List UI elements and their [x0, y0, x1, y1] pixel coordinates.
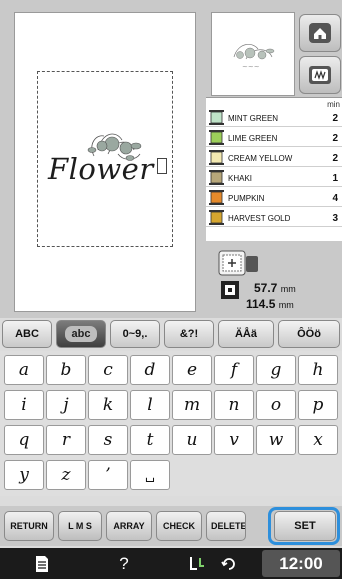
thread-color-name: KHAKI — [228, 174, 253, 183]
clock: 12:00 — [262, 550, 340, 577]
key-i[interactable]: i — [4, 390, 44, 420]
key-t[interactable]: t — [130, 425, 170, 455]
thread-row: HARVEST GOLD 3 — [206, 208, 342, 227]
function-bar: RETURN L M S ARRAY CHECK DELETE SET — [0, 506, 342, 546]
key-k[interactable]: k — [88, 390, 128, 420]
thread-spool-icon — [209, 150, 224, 165]
thread-color-name: MINT GREEN — [228, 114, 279, 123]
thread-cut-icon[interactable] — [188, 554, 208, 574]
key-a[interactable]: a — [4, 355, 44, 385]
key-d[interactable]: d — [130, 355, 170, 385]
embroidery-canvas[interactable]: Flower — [14, 12, 196, 312]
thread-row: MINT GREEN 2 — [206, 108, 342, 127]
array-button[interactable]: ARRAY — [106, 511, 152, 541]
thread-spool-icon — [209, 130, 224, 145]
home-icon — [309, 23, 331, 43]
character-tabs: ABC abc 0~9,. &?! ÄÅä ÔÖö — [0, 320, 342, 350]
design-width: 114.5 mm — [246, 297, 294, 311]
check-button[interactable]: CHECK — [156, 511, 202, 541]
design-height: 57.7 mm — [254, 281, 296, 295]
thread-row: PUMPKIN 4 — [206, 188, 342, 207]
key-y[interactable]: y — [4, 460, 44, 490]
thread-color-name: CREAM YELLOW — [228, 154, 293, 163]
svg-text:~~~: ~~~ — [242, 63, 260, 71]
key-q[interactable]: q — [4, 425, 44, 455]
thread-tools — [168, 550, 258, 577]
key-x[interactable]: x — [298, 425, 338, 455]
thread-minutes: 2 — [332, 153, 338, 164]
key-apostrophe[interactable]: ’ — [88, 460, 128, 490]
key-p[interactable]: p — [298, 390, 338, 420]
thread-color-name: HARVEST GOLD — [228, 214, 291, 223]
key-n[interactable]: n — [214, 390, 254, 420]
tab-accented-o[interactable]: ÔÖö — [278, 320, 340, 348]
tab-uppercase[interactable]: ABC — [2, 320, 52, 348]
tab-lowercase[interactable]: abc — [56, 320, 106, 348]
resize-handle[interactable] — [157, 158, 167, 174]
key-o[interactable]: o — [256, 390, 296, 420]
tab-numbers[interactable]: 0~9,. — [110, 320, 160, 348]
thread-spool-icon — [209, 170, 224, 185]
frame-select-icon — [309, 66, 331, 84]
key-r[interactable]: r — [46, 425, 86, 455]
key-w[interactable]: w — [256, 425, 296, 455]
key-m[interactable]: m — [172, 390, 212, 420]
key-space[interactable]: ␣ — [130, 460, 170, 490]
frame-select-button[interactable] — [299, 56, 341, 94]
design-text: Flower — [48, 152, 154, 186]
thread-row: CREAM YELLOW 2 — [206, 148, 342, 167]
key-j[interactable]: j — [46, 390, 86, 420]
thread-minutes: 1 — [332, 173, 338, 184]
thread-color-name: PUMPKIN — [228, 194, 265, 203]
key-c[interactable]: c — [88, 355, 128, 385]
home-button[interactable] — [299, 14, 341, 52]
thread-minutes: 3 — [332, 213, 338, 224]
size-icon — [221, 281, 239, 299]
notes-button[interactable] — [4, 550, 80, 577]
status-bar: ? 12:00 — [0, 548, 342, 579]
key-l[interactable]: l — [130, 390, 170, 420]
thread-minutes: 2 — [332, 113, 338, 124]
thread-color-list: min MINT GREEN 2 LIME GREEN 2 CREAM YELL… — [206, 97, 342, 241]
return-button[interactable]: RETURN — [4, 511, 54, 541]
thread-row: LIME GREEN 2 — [206, 128, 342, 147]
preview-thumbnail-icon: ~~~ — [233, 43, 275, 71]
thread-spool-icon — [209, 110, 224, 125]
thread-spool-icon — [209, 190, 224, 205]
key-f[interactable]: f — [214, 355, 254, 385]
key-h[interactable]: h — [298, 355, 338, 385]
hoop-icon — [218, 250, 258, 276]
thread-spool-icon — [209, 210, 224, 225]
delete-button[interactable]: DELETE — [206, 511, 246, 541]
key-s[interactable]: s — [88, 425, 128, 455]
thread-minutes: 2 — [332, 133, 338, 144]
key-z[interactable]: z — [46, 460, 86, 490]
key-e[interactable]: e — [172, 355, 212, 385]
key-b[interactable]: b — [46, 355, 86, 385]
key-g[interactable]: g — [256, 355, 296, 385]
key-u[interactable]: u — [172, 425, 212, 455]
design-preview: ~~~ — [211, 12, 295, 96]
help-button[interactable]: ? — [84, 550, 164, 577]
notes-icon — [36, 555, 48, 572]
set-button-highlight — [268, 507, 340, 545]
design-frame[interactable]: Flower — [37, 71, 173, 247]
tab-accented-a[interactable]: ÄÅä — [218, 320, 274, 348]
thread-minutes: 4 — [332, 193, 338, 204]
key-v[interactable]: v — [214, 425, 254, 455]
editing-area: Flower ~~~ min MINT GREEN 2 LIME GREEN 2… — [0, 0, 342, 318]
thread-row: KHAKI 1 — [206, 168, 342, 187]
size-lms-button[interactable]: L M S — [58, 511, 102, 541]
tab-symbols[interactable]: &?! — [164, 320, 214, 348]
character-keyboard: a b c d e f g h i j k l m n o p q r s t … — [0, 351, 342, 496]
thread-color-name: LIME GREEN — [228, 134, 278, 143]
rotate-icon[interactable] — [220, 555, 238, 573]
